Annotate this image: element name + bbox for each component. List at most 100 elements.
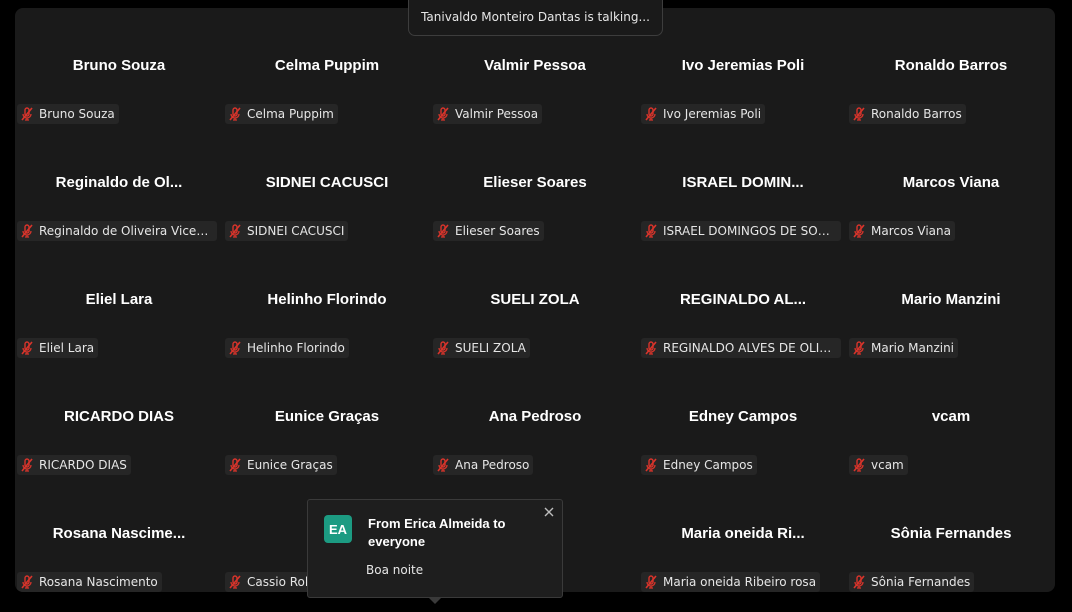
participant-tile[interactable]: Marcos Viana Marcos Viana [847,125,1055,242]
participant-name-tag: Reginaldo de Oliveira Vicente [17,221,217,241]
muted-mic-icon [853,107,865,121]
participant-name-tag: SIDNEI CACUSCI [225,221,349,241]
participant-name: Eliel Lara [39,341,95,355]
muted-mic-icon [437,458,449,472]
participant-tile[interactable]: Edney Campos Edney Campos [639,359,847,476]
muted-mic-icon [853,341,865,355]
participant-tile[interactable]: REGINALDO AL... REGINALDO ALVES DE OLIVEI… [639,242,847,359]
participant-display-name: Reginaldo de Ol... [55,174,183,191]
participant-display-name: Maria oneida Ri... [681,525,805,542]
participant-name-tag: Rosana Nascimento [17,572,162,592]
participant-name: Marcos Viana [871,224,951,238]
participant-display-name: Eliel Lara [85,291,153,308]
participant-name: Eunice Graças [247,458,333,472]
participant-name-tag: Eliel Lara [17,338,99,358]
participant-display-name: Bruno Souza [72,57,166,74]
participant-name: SUELI ZOLA [455,341,526,355]
muted-mic-icon [853,224,865,238]
muted-mic-icon [229,224,241,238]
participant-display-name: SIDNEI CACUSCI [265,174,389,191]
participant-name-tag: Sônia Fernandes [849,572,975,592]
participant-name-tag: SUELI ZOLA [433,338,530,358]
muted-mic-icon [853,458,865,472]
participant-tile[interactable]: Ronaldo Barros Ronaldo Barros [847,8,1055,125]
participant-display-name: REGINALDO AL... [679,291,807,308]
participant-display-name: ISRAEL DOMIN... [682,174,804,191]
close-icon[interactable] [542,505,556,519]
participant-name: RICARDO DIAS [39,458,127,472]
muted-mic-icon [21,107,33,121]
participant-tile[interactable]: Rosana Nascime... Rosana Nascimento [15,476,223,592]
participant-name-tag: Celma Puppim [225,104,338,124]
participant-name: Cassio Rol [247,575,309,589]
participant-display-name: Ana Pedroso [488,408,582,425]
participant-display-name: Sônia Fernandes [890,525,1012,542]
participant-display-name: Valmir Pessoa [484,57,586,74]
participant-name-tag: Eunice Graças [225,455,337,475]
muted-mic-icon [229,458,241,472]
muted-mic-icon [437,107,449,121]
sender-avatar: EA [324,515,352,543]
participant-display-name: Helinho Florindo [267,291,387,308]
participant-name-tag: Ana Pedroso [433,455,534,475]
participant-tile[interactable]: Maria oneida Ri... Maria oneida Ribeiro r… [639,476,847,592]
participant-tile[interactable]: ISRAEL DOMIN... ISRAEL DOMINGOS DE SOUZ..… [639,125,847,242]
participant-name: SIDNEI CACUSCI [247,224,345,238]
participant-tile[interactable]: SIDNEI CACUSCI SIDNEI CACUSCI [223,125,431,242]
participant-display-name: Marcos Viana [902,174,1000,191]
active-speaker-text: Tanivaldo Monteiro Dantas is talking... [421,10,650,24]
participant-tile[interactable]: vcam vcam [847,359,1055,476]
participant-tile[interactable]: Bruno Souza Bruno Souza [15,8,223,125]
participant-name: Reginaldo de Oliveira Vicente [39,224,213,238]
participant-name-tag: Helinho Florindo [225,338,349,358]
muted-mic-icon [645,341,657,355]
muted-mic-icon [21,341,33,355]
participant-name-tag: Maria oneida Ribeiro rosa [641,572,821,592]
chat-notification-message: Boa noite [366,563,424,577]
muted-mic-icon [853,575,865,589]
active-speaker-banner: Tanivaldo Monteiro Dantas is talking... [408,0,663,36]
muted-mic-icon [645,458,657,472]
participant-tile[interactable]: RICARDO DIAS RICARDO DIAS [15,359,223,476]
participant-tile[interactable]: Elieser Soares Elieser Soares [431,125,639,242]
muted-mic-icon [229,341,241,355]
muted-mic-icon [21,575,33,589]
participant-name: Edney Campos [663,458,753,472]
participant-name: ISRAEL DOMINGOS DE SOUZ... [663,224,837,238]
muted-mic-icon [229,107,241,121]
participant-tile[interactable]: Reginaldo de Ol... Reginaldo de Oliveira … [15,125,223,242]
chat-notification-title: From Erica Almeida to everyone [368,516,506,549]
participant-display-name: Ivo Jeremias Poli [681,57,805,74]
participant-tile[interactable]: Eunice Graças Eunice Graças [223,359,431,476]
participant-name: vcam [871,458,904,472]
muted-mic-icon [21,458,33,472]
participant-name-tag: Ronaldo Barros [849,104,966,124]
participant-display-name: Elieser Soares [483,174,587,191]
participant-name-tag: Edney Campos [641,455,757,475]
chat-notification[interactable]: EA From Erica Almeida to everyone Boa no… [307,499,563,604]
participant-display-name: Celma Puppim [274,57,380,74]
participant-name-tag: Cassio Rol [225,572,313,592]
participant-display-name: SUELI ZOLA [490,291,580,308]
participant-name: Maria oneida Ribeiro rosa [663,575,817,589]
participant-name: Ivo Jeremias Poli [663,107,762,121]
participant-tile[interactable]: Mario Manzini Mario Manzini [847,242,1055,359]
participant-tile[interactable]: Ivo Jeremias Poli Ivo Jeremias Poli [639,8,847,125]
participant-name: Sônia Fernandes [871,575,971,589]
participant-tile[interactable]: Eliel Lara Eliel Lara [15,242,223,359]
participant-tile[interactable]: Celma Puppim Celma Puppim [223,8,431,125]
participant-name: Elieser Soares [455,224,540,238]
participant-tile[interactable]: Sônia Fernandes Sônia Fernandes [847,476,1055,592]
muted-mic-icon [437,341,449,355]
participant-display-name: Edney Campos [688,408,798,425]
participant-name: Valmir Pessoa [455,107,539,121]
participant-tile[interactable]: Helinho Florindo Helinho Florindo [223,242,431,359]
participant-name-tag: Ivo Jeremias Poli [641,104,766,124]
participant-name-tag: REGINALDO ALVES DE OLIVEI... [641,338,841,358]
participant-name: REGINALDO ALVES DE OLIVEI... [663,341,837,355]
participant-name-tag: Elieser Soares [433,221,544,241]
participant-name-tag: Valmir Pessoa [433,104,543,124]
participant-name: Ronaldo Barros [871,107,962,121]
participant-tile[interactable]: Ana Pedroso Ana Pedroso [431,359,639,476]
participant-tile[interactable]: SUELI ZOLA SUELI ZOLA [431,242,639,359]
